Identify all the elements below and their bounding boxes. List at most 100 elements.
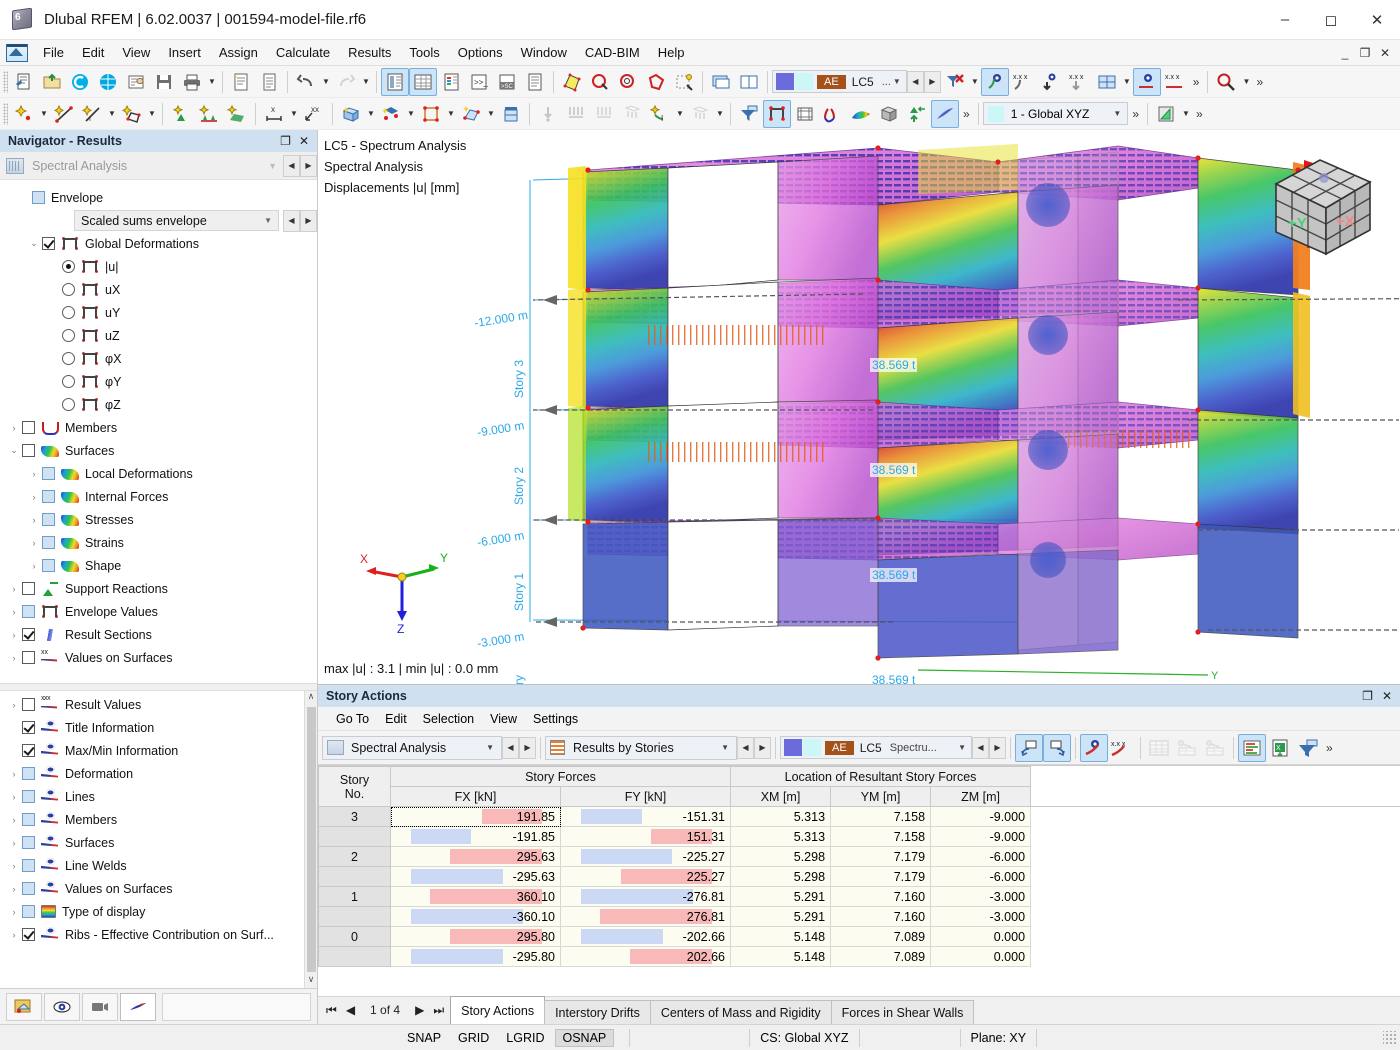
sa-show-eye-icon[interactable] (1080, 733, 1108, 762)
tree-item-envelope-values[interactable]: › Envelope Values (0, 600, 317, 623)
navigator-display-tab[interactable] (44, 992, 80, 1021)
show-results-icon[interactable] (980, 67, 1009, 96)
node-dropdown-icon[interactable]: ▼ (38, 100, 50, 128)
tree2-item-line-welds[interactable]: › Line Welds (0, 854, 304, 877)
tree-checkbox[interactable] (22, 444, 35, 457)
toolbar-grip[interactable] (3, 70, 8, 93)
story-actions-restore-button[interactable]: ❐ (1362, 689, 1373, 703)
tree2-item-ribs-effective-contribution-on-surf[interactable]: › Ribs - Effective Contribution on Surf..… (0, 923, 304, 946)
tree-checkbox[interactable] (22, 882, 35, 895)
work-plane-icon[interactable] (1152, 100, 1180, 128)
cell-ym[interactable]: 7.179 (830, 866, 932, 887)
tab-story-actions[interactable]: Story Actions (450, 996, 546, 1024)
menu-cad-bim[interactable]: CAD-BIM (576, 42, 649, 63)
menu-results[interactable]: Results (339, 42, 400, 63)
tree-item-shape[interactable]: › Shape (0, 554, 317, 577)
load-free-dropdown-icon[interactable]: ▼ (674, 100, 686, 128)
tree-checkbox[interactable] (22, 905, 35, 918)
tree-expander[interactable]: › (6, 769, 22, 779)
envelope-checkbox[interactable] (32, 191, 45, 204)
tree-item-surfaces[interactable]: ⌄ Surfaces (0, 439, 317, 462)
tab-forces-shear-walls[interactable]: Forces in Shear Walls (830, 1000, 975, 1024)
document-icon[interactable] (255, 68, 283, 96)
tree-expander[interactable]: › (26, 538, 42, 548)
cell-story-no[interactable] (318, 866, 391, 887)
new-report-icon[interactable] (227, 68, 255, 96)
cell-fx[interactable]: 191.85 (390, 806, 561, 827)
col-group-location[interactable]: Location of Resultant Story Forces (730, 766, 1032, 787)
tree-checkbox[interactable] (22, 744, 35, 757)
tree-checkbox[interactable] (22, 836, 35, 849)
table-panel-icon[interactable] (409, 67, 437, 96)
tree-expander[interactable]: › (6, 907, 22, 917)
table-row[interactable]: -360.10 276.81 5.291 7.160 -3.000 (318, 906, 1400, 927)
envelope-prev-button[interactable]: ◀ (283, 209, 300, 232)
minimize-button[interactable]: – (1262, 0, 1308, 40)
status-osnap-button[interactable]: OSNAP (554, 1028, 615, 1047)
new-surface-icon[interactable] (118, 100, 146, 128)
open-file-icon[interactable] (38, 68, 66, 96)
sa-table-filter-icon[interactable] (1173, 734, 1201, 762)
cell-fx[interactable]: -295.63 (390, 866, 561, 887)
opening-icon[interactable] (417, 100, 445, 128)
tree-checkbox[interactable] (22, 698, 35, 711)
tree-radio[interactable] (62, 306, 75, 319)
undo-icon[interactable] (292, 68, 320, 96)
page-first-button[interactable]: ⏮ (326, 1003, 337, 1018)
tree-item-z[interactable]: φZ (0, 393, 317, 416)
nodal-support-icon[interactable] (167, 100, 195, 128)
sa-menu-edit[interactable]: Edit (377, 710, 415, 728)
load-case-selector[interactable]: AE LC5 ... ▼ (772, 70, 907, 93)
save-icon[interactable] (150, 68, 178, 96)
sa-results-prev[interactable]: ◀ (737, 736, 754, 759)
tree-checkbox[interactable] (22, 790, 35, 803)
tree-checkbox[interactable] (22, 628, 35, 641)
resize-grip[interactable] (1383, 1030, 1397, 1045)
coordinate-system-selector[interactable]: 1 - Global XYZ ▼ (982, 102, 1129, 125)
tree2-item-surfaces[interactable]: › Surfaces (0, 831, 304, 854)
sa-chart-bars-icon[interactable] (1238, 733, 1266, 762)
mdi-minimize-button[interactable]: _ (1336, 46, 1354, 60)
col-group-story-forces[interactable]: Story Forces (389, 766, 732, 787)
menu-edit[interactable]: Edit (73, 42, 113, 63)
cell-ym[interactable]: 7.158 (830, 826, 932, 847)
cell-fx[interactable]: -295.80 (390, 946, 561, 967)
select-circle-icon[interactable] (614, 68, 642, 96)
lc-dropdown-icon[interactable]: ▼ (893, 77, 906, 86)
members-results-icon[interactable] (819, 100, 847, 128)
tree-item-ux[interactable]: uX (0, 278, 317, 301)
model-viewport[interactable]: LC5 - Spectrum Analysis Spectral Analysi… (318, 130, 1400, 685)
tree2-item-deformation[interactable]: › Deformation (0, 762, 304, 785)
tree-checkbox[interactable] (22, 421, 35, 434)
sa-results-dropdown-icon[interactable]: ▼ (711, 743, 736, 752)
tree-scroll-down-icon[interactable]: ∨ (308, 974, 315, 988)
cell-fx[interactable]: -360.10 (390, 906, 561, 927)
status-grid-button[interactable]: GRID (451, 1030, 496, 1046)
cell-zm[interactable]: 0.000 (930, 926, 1032, 947)
lc-next-button[interactable]: ▶ (923, 70, 941, 93)
sa-menu-selection[interactable]: Selection (415, 710, 482, 728)
cell-story-no[interactable] (318, 946, 391, 967)
cell-story-no[interactable]: 2 (318, 846, 391, 867)
tree-checkbox[interactable] (42, 467, 55, 480)
new-node-icon[interactable] (10, 100, 38, 128)
sa-analysis-dropdown-icon[interactable]: ▼ (476, 743, 501, 752)
toolbar-overflow-4[interactable]: » (1128, 107, 1143, 121)
table-row[interactable]: 2 295.63 -225.27 5.298 7.179 -6.000 (318, 846, 1400, 867)
cell-story-no[interactable]: 1 (318, 886, 391, 907)
view-layer-icon[interactable] (707, 68, 735, 96)
tree-expander[interactable]: › (6, 653, 22, 663)
toolbar-overflow-5[interactable]: » (1192, 107, 1207, 121)
sa-table-select-icon[interactable] (1201, 734, 1229, 762)
solids-results-icon[interactable] (875, 100, 903, 128)
cell-ym[interactable]: 7.089 (830, 926, 932, 947)
cell-story-no[interactable] (318, 826, 391, 847)
tree-expander[interactable]: ⌄ (26, 238, 42, 249)
story-actions-close-button[interactable]: ✕ (1382, 689, 1392, 703)
contact-dropdown-icon[interactable]: ▼ (405, 100, 417, 128)
new-member-icon[interactable]: I (78, 100, 106, 128)
toolbar-overflow-2[interactable]: » (1252, 75, 1267, 89)
table-row[interactable]: -295.63 225.27 5.298 7.179 -6.000 (318, 866, 1400, 887)
cell-fy[interactable]: -225.27 (559, 846, 732, 867)
envelope-mode-dropdown-icon[interactable]: ▼ (264, 216, 278, 225)
